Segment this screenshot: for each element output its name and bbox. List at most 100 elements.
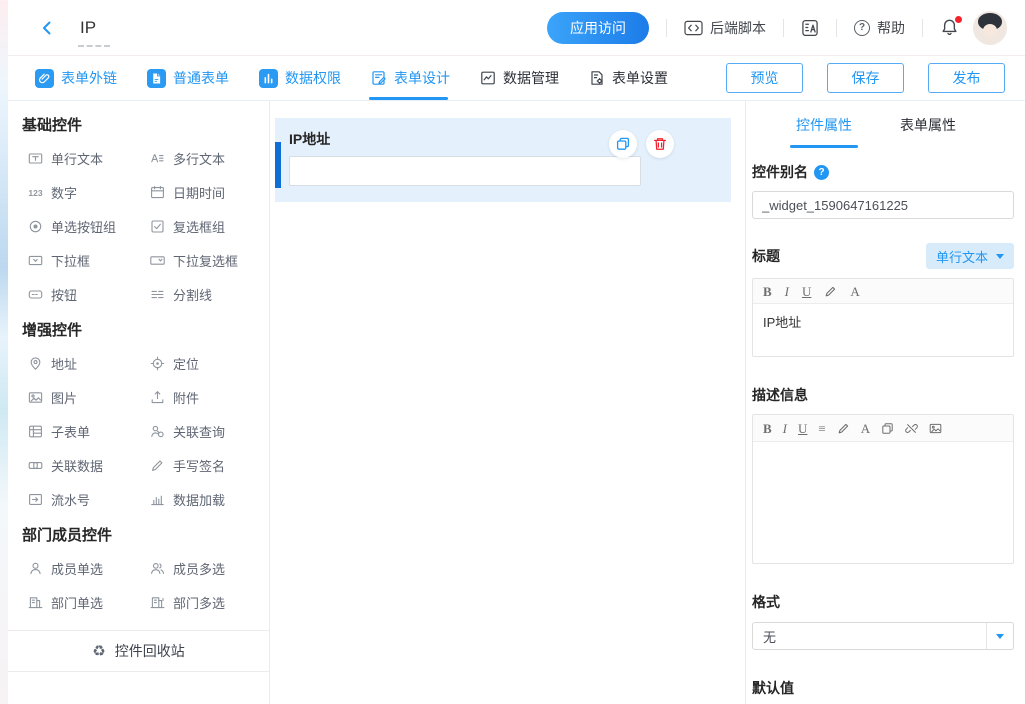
department-single-icon <box>28 595 43 610</box>
subform-icon <box>28 424 43 439</box>
tab-normal-form[interactable]: 普通表单 <box>147 56 229 100</box>
member-multi-icon <box>150 561 165 576</box>
title-type-dropdown[interactable]: 单行文本 <box>926 243 1014 269</box>
save-button[interactable]: 保存 <box>827 63 904 93</box>
publish-button[interactable]: 发布 <box>928 63 1005 93</box>
sidebar-item-department-single[interactable]: 部门单选 <box>28 593 150 612</box>
bold-icon[interactable]: B <box>763 285 772 298</box>
underline-icon[interactable]: U <box>802 285 811 298</box>
font-icon[interactable]: A <box>861 422 870 435</box>
sidebar-item-member-multi[interactable]: 成员多选 <box>150 559 259 578</box>
form-title[interactable]: IP <box>80 18 96 38</box>
tab-form-settings[interactable]: 表单设置 <box>589 56 668 100</box>
tab-form-design[interactable]: 表单设计 <box>371 56 450 100</box>
format-value: 无 <box>753 623 986 649</box>
insert-image-icon[interactable] <box>929 422 942 435</box>
sidebar-item-single-line-text[interactable]: 单行文本 <box>28 149 150 168</box>
back-button[interactable] <box>38 19 56 37</box>
single-line-text-icon <box>28 151 43 166</box>
link-pen-icon[interactable] <box>837 422 850 435</box>
sidebar-item-image[interactable]: 图片 <box>28 388 150 407</box>
tab-data-manage[interactable]: 数据管理 <box>480 56 559 100</box>
location-icon <box>150 356 165 371</box>
bold-icon[interactable]: B <box>763 422 772 435</box>
tab-label: 数据管理 <box>503 68 559 88</box>
underline-icon[interactable]: U <box>798 422 807 435</box>
app-access-button[interactable]: 应用访问 <box>547 12 649 44</box>
notifications-button[interactable] <box>940 18 959 37</box>
item-label: 单行文本 <box>51 149 103 168</box>
item-label: 分割线 <box>173 285 212 304</box>
preview-button[interactable]: 预览 <box>726 63 803 93</box>
format-select[interactable]: 无 <box>752 622 1014 650</box>
recycle-icon: ♻ <box>92 644 105 659</box>
radio-group-icon <box>28 219 43 234</box>
item-label: 图片 <box>51 388 77 407</box>
sidebar-item-signature[interactable]: 手写签名 <box>150 456 259 475</box>
divider-icon <box>150 287 165 302</box>
description-editor-content[interactable] <box>753 442 1013 563</box>
sidebar-item-subform[interactable]: 子表单 <box>28 422 150 441</box>
sidebar-item-multi-select[interactable]: 下拉复选框 <box>150 251 259 270</box>
help-button[interactable]: ? 帮助 <box>854 18 905 38</box>
title-editor-content[interactable]: IP地址 <box>753 304 1013 356</box>
section-basic-widgets: 基础控件 单行文本 多行文本 123 数字 <box>8 101 269 310</box>
department-multi-icon <box>150 595 165 610</box>
sidebar-item-location[interactable]: 定位 <box>150 354 259 373</box>
copy-icon <box>615 136 631 152</box>
sidebar-item-relation-query[interactable]: 关联查询 <box>150 422 259 441</box>
serial-number-icon <box>28 492 43 507</box>
help-icon: ? <box>854 20 870 36</box>
font-icon[interactable]: A <box>850 285 859 298</box>
sidebar-item-radio-group[interactable]: 单选按钮组 <box>28 217 150 236</box>
sidebar-item-department-multi[interactable]: 部门多选 <box>150 593 259 612</box>
sidebar-item-serial-number[interactable]: 流水号 <box>28 490 150 509</box>
sidebar-item-checkbox-group[interactable]: 复选框组 <box>150 217 259 236</box>
copy-widget-button[interactable] <box>609 130 637 158</box>
tab-widget-properties[interactable]: 控件属性 <box>796 101 852 148</box>
multi-line-text-icon <box>150 151 165 166</box>
sidebar-item-address[interactable]: 地址 <box>28 354 150 373</box>
item-label: 按钮 <box>51 285 77 304</box>
widget-recycle-bin[interactable]: ♻ 控件回收站 <box>8 630 269 672</box>
help-label: 帮助 <box>877 18 905 38</box>
form-design-canvas[interactable]: IP地址 <box>270 101 745 704</box>
widget-alias-input[interactable] <box>752 191 1014 219</box>
tab-data-permission[interactable]: 数据权限 <box>259 56 341 100</box>
data-manage-icon <box>480 70 496 86</box>
sidebar-item-select[interactable]: 下拉框 <box>28 251 150 270</box>
button-icon <box>28 287 43 302</box>
avatar[interactable] <box>973 11 1007 45</box>
alias-label-text: 控件别名 <box>752 162 808 182</box>
sidebar-item-member-single[interactable]: 成员单选 <box>28 559 150 578</box>
sidebar-item-attachment[interactable]: 附件 <box>150 388 259 407</box>
align-icon[interactable]: ≡ <box>818 422 825 435</box>
number-icon: 123 <box>28 188 43 198</box>
sidebar-item-number[interactable]: 123 数字 <box>28 183 150 202</box>
sidebar-item-data-load[interactable]: 数据加载 <box>150 490 259 509</box>
sidebar-item-datetime[interactable]: 日期时间 <box>150 183 259 202</box>
backend-script-label: 后端脚本 <box>710 18 766 38</box>
sidebar-item-relation-data[interactable]: 关联数据 <box>28 456 150 475</box>
italic-icon[interactable]: I <box>785 285 789 298</box>
sidebar-item-divider[interactable]: 分割线 <box>150 285 259 304</box>
link-pen-icon[interactable] <box>824 285 837 298</box>
desktop-background-strip <box>0 0 8 704</box>
ip-address-input[interactable] <box>289 156 641 186</box>
item-label: 地址 <box>51 354 77 373</box>
tab-form-properties[interactable]: 表单属性 <box>900 101 956 148</box>
item-label: 数据加载 <box>173 490 225 509</box>
italic-icon[interactable]: I <box>783 422 787 435</box>
help-tooltip-icon[interactable]: ? <box>814 165 829 180</box>
selected-widget-ip-address[interactable]: IP地址 <box>275 118 731 202</box>
copy-field-icon[interactable] <box>881 422 894 435</box>
delete-widget-button[interactable] <box>646 130 674 158</box>
backend-script-button[interactable]: 后端脚本 <box>684 18 766 38</box>
sidebar-item-multi-line-text[interactable]: 多行文本 <box>150 149 259 168</box>
sidebar-item-button[interactable]: 按钮 <box>28 285 150 304</box>
unlink-icon[interactable] <box>905 422 918 435</box>
tab-form-external-link[interactable]: 表单外链 <box>35 56 117 100</box>
title-editor-toolbar: B I U A <box>753 279 1013 304</box>
datetime-icon <box>150 185 165 200</box>
api-book-button[interactable] <box>801 19 819 37</box>
